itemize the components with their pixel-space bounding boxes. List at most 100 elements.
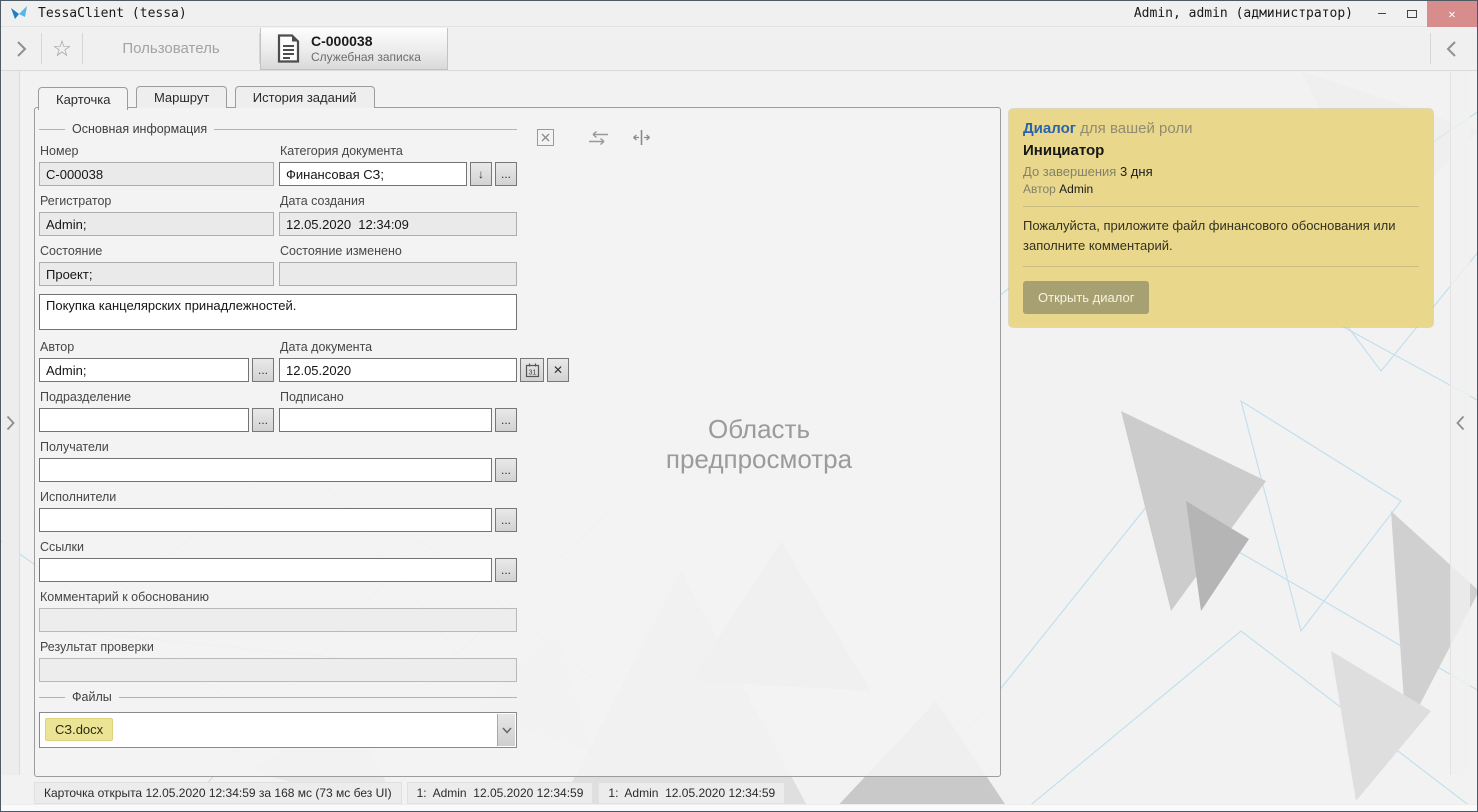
minimize-icon: – [1378, 6, 1386, 21]
registrar-label: Регистратор [40, 194, 274, 209]
tab-user-label: Пользователь [122, 40, 219, 57]
close-button[interactable]: ✕ [1427, 1, 1477, 27]
tab-user[interactable]: Пользователь [83, 27, 259, 70]
file-item[interactable]: СЗ.docx [45, 718, 113, 741]
tab-task-history[interactable]: История заданий [235, 86, 375, 108]
divider [1023, 266, 1419, 267]
state-field[interactable] [39, 262, 274, 286]
author-field[interactable] [39, 358, 249, 382]
performers-browse-button[interactable]: ... [495, 508, 517, 532]
swap-arrows-icon [587, 131, 610, 145]
category-field[interactable] [279, 162, 467, 186]
doc-date-clear-button[interactable]: ✕ [547, 358, 569, 382]
number-field[interactable] [39, 162, 274, 186]
tab-card[interactable]: Карточка [38, 87, 128, 110]
preview-close-button[interactable] [537, 129, 554, 146]
tab-route-label: Маршрут [154, 90, 209, 105]
main-info-form: Основная информация Номер Категория доку… [39, 122, 517, 748]
divider [1023, 206, 1419, 207]
dialog-author-value: Admin [1059, 182, 1093, 196]
ellipsis-icon: ... [501, 564, 511, 576]
preview-swap-button[interactable] [587, 131, 610, 145]
group-main-info: Основная информация [39, 122, 517, 136]
arrow-down-icon: ↓ [478, 168, 484, 180]
check-result-label: Результат проверки [40, 640, 517, 655]
open-dialog-button[interactable]: Открыть диалог [1023, 281, 1149, 314]
signed-field[interactable] [279, 408, 492, 432]
registrar-field[interactable] [39, 212, 274, 236]
app-logo-icon [10, 6, 28, 21]
subject-field[interactable]: Покупка канцелярских принадлежностей. [39, 294, 517, 330]
doc-date-field[interactable] [279, 358, 517, 382]
recipients-field[interactable] [39, 458, 492, 482]
state-changed-field[interactable] [279, 262, 517, 286]
recipients-browse-button[interactable]: ... [495, 458, 517, 482]
chevron-left-icon [1446, 40, 1457, 58]
card-panel: Основная информация Номер Категория доку… [34, 107, 1001, 777]
minimize-button[interactable]: – [1367, 1, 1397, 27]
current-user-label: Admin, admin (администратор) [1134, 6, 1353, 21]
links-label: Ссылки [40, 540, 517, 555]
svg-text:31: 31 [528, 369, 536, 376]
department-browse-button[interactable]: ... [252, 408, 274, 432]
task-dialog-card: Диалог для вашей роли Инициатор До завер… [1009, 109, 1433, 327]
chevron-down-icon [502, 727, 512, 734]
right-panel-expander[interactable] [1450, 71, 1470, 775]
created-field[interactable] [279, 212, 517, 236]
status-segment: 1: Admin 12.05.2020 12:34:59 [598, 782, 785, 804]
calendar-icon: 31 [525, 363, 540, 378]
category-dropdown-button[interactable]: ↓ [470, 162, 492, 186]
nav-expand-button[interactable] [1, 27, 41, 70]
doc-date-label: Дата документа [280, 340, 517, 355]
close-box-icon [537, 129, 554, 146]
collapse-right-panel-button[interactable] [1431, 27, 1471, 70]
doc-date-calendar-button[interactable]: 31 [520, 358, 544, 382]
card-tabs: Карточка Маршрут История заданий [34, 86, 1001, 107]
tab-route[interactable]: Маршрут [136, 86, 227, 108]
performers-label: Исполнители [40, 490, 517, 505]
department-field[interactable] [39, 408, 249, 432]
author-browse-button[interactable]: ... [252, 358, 274, 382]
ellipsis-icon: ... [501, 414, 511, 426]
category-browse-button[interactable]: ... [495, 162, 517, 186]
ellipsis-icon: ... [501, 514, 511, 526]
performers-field[interactable] [39, 508, 492, 532]
card-area: Карточка Маршрут История заданий Основна… [34, 86, 1001, 777]
check-result-field[interactable] [39, 658, 517, 682]
ellipsis-icon: ... [501, 464, 511, 476]
preview-placeholder: Область предпросмотра [638, 414, 880, 474]
signed-browse-button[interactable]: ... [495, 408, 517, 432]
created-label: Дата создания [280, 194, 517, 209]
tab-document-number: С-000038 [311, 33, 421, 50]
maximize-button[interactable] [1397, 1, 1427, 27]
tab-task-history-label: История заданий [253, 90, 357, 105]
window-title: TessaClient (tessa) [38, 6, 187, 21]
comment-field[interactable] [39, 608, 517, 632]
state-label: Состояние [40, 244, 274, 259]
document-icon [277, 34, 300, 63]
tab-document-active[interactable]: С-000038 Служебная записка [260, 28, 448, 70]
favorites-button[interactable]: ☆ [42, 27, 82, 70]
author-label: Автор [40, 340, 274, 355]
status-opened: Карточка открыта 12.05.2020 12:34:59 за … [34, 782, 402, 804]
comment-label: Комментарий к обоснованию [40, 590, 517, 605]
files-list[interactable]: СЗ.docx [39, 712, 517, 748]
clear-icon: ✕ [553, 364, 563, 376]
files-dropdown-button[interactable] [497, 714, 515, 746]
status-bar: Карточка открыта 12.05.2020 12:34:59 за … [34, 782, 785, 804]
bottom-strip [1, 804, 1477, 811]
links-field[interactable] [39, 558, 492, 582]
left-panel-expander[interactable] [2, 71, 20, 775]
department-label: Подразделение [40, 390, 274, 405]
close-icon: ✕ [1448, 7, 1455, 21]
links-browse-button[interactable]: ... [495, 558, 517, 582]
preview-split-button[interactable] [632, 129, 651, 146]
ellipsis-icon: ... [258, 414, 268, 426]
status-segment: 1: Admin 12.05.2020 12:34:59 [407, 782, 594, 804]
deadline-value: 3 дня [1120, 164, 1153, 179]
deadline-label: До завершения [1023, 164, 1116, 179]
star-icon: ☆ [52, 38, 72, 60]
group-files: Файлы [39, 690, 517, 704]
category-label: Категория документа [280, 144, 517, 159]
chevron-right-icon [16, 40, 27, 58]
